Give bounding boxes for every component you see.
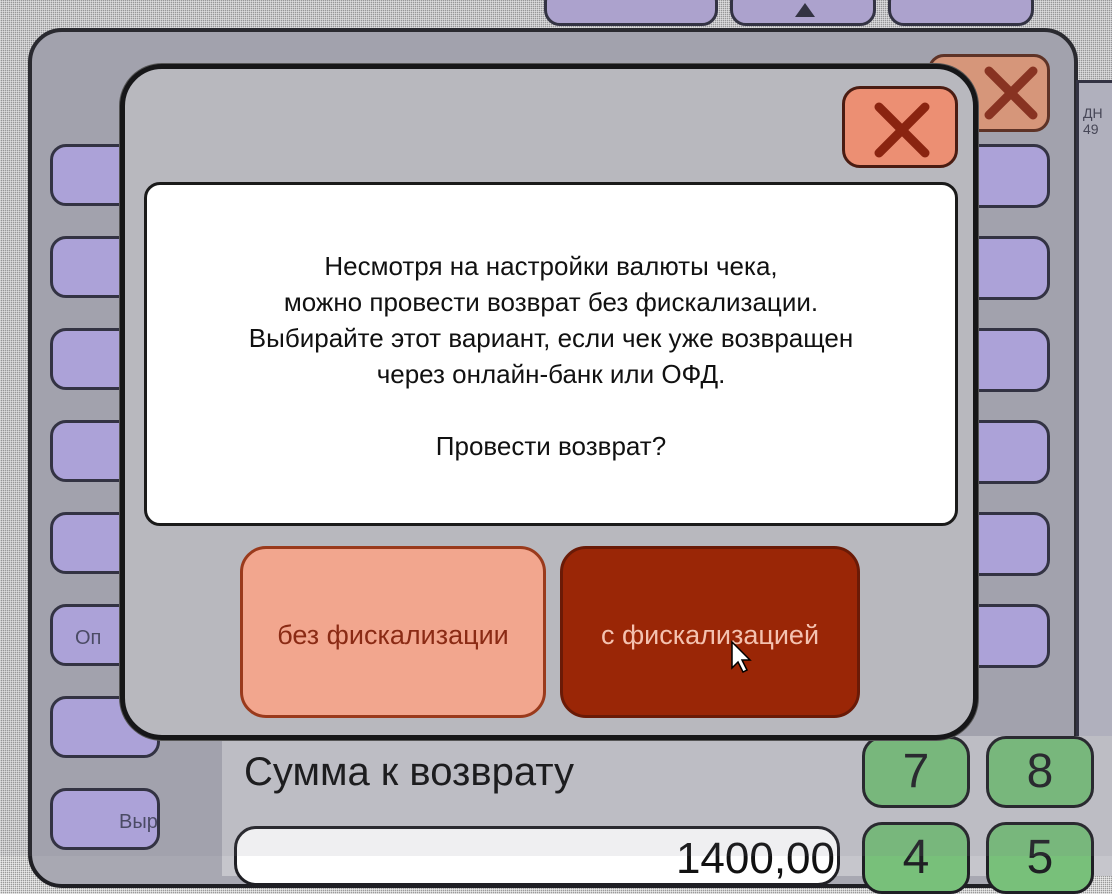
dialog-close-button[interactable] bbox=[842, 86, 958, 168]
return-with-fiscal-button[interactable]: с фискализацией bbox=[560, 546, 860, 718]
close-icon bbox=[874, 102, 930, 158]
message-line-1: Несмотря на настройки валюты чека, bbox=[324, 251, 778, 281]
message-line-4: через онлайн-банк или ОФД. bbox=[376, 359, 726, 389]
message-line-2: можно провести возврат без фискализации. bbox=[283, 287, 819, 317]
message-line-3: Выбирайте этот вариант, если чек уже воз… bbox=[248, 323, 854, 353]
return-without-fiscal-button[interactable]: без фискализации bbox=[240, 546, 546, 718]
dialog-message-box: Несмотря на настройки валюты чека, можно… bbox=[144, 182, 958, 526]
mouse-cursor-icon bbox=[731, 640, 752, 674]
dialog-question: Провести возврат? bbox=[435, 431, 667, 461]
